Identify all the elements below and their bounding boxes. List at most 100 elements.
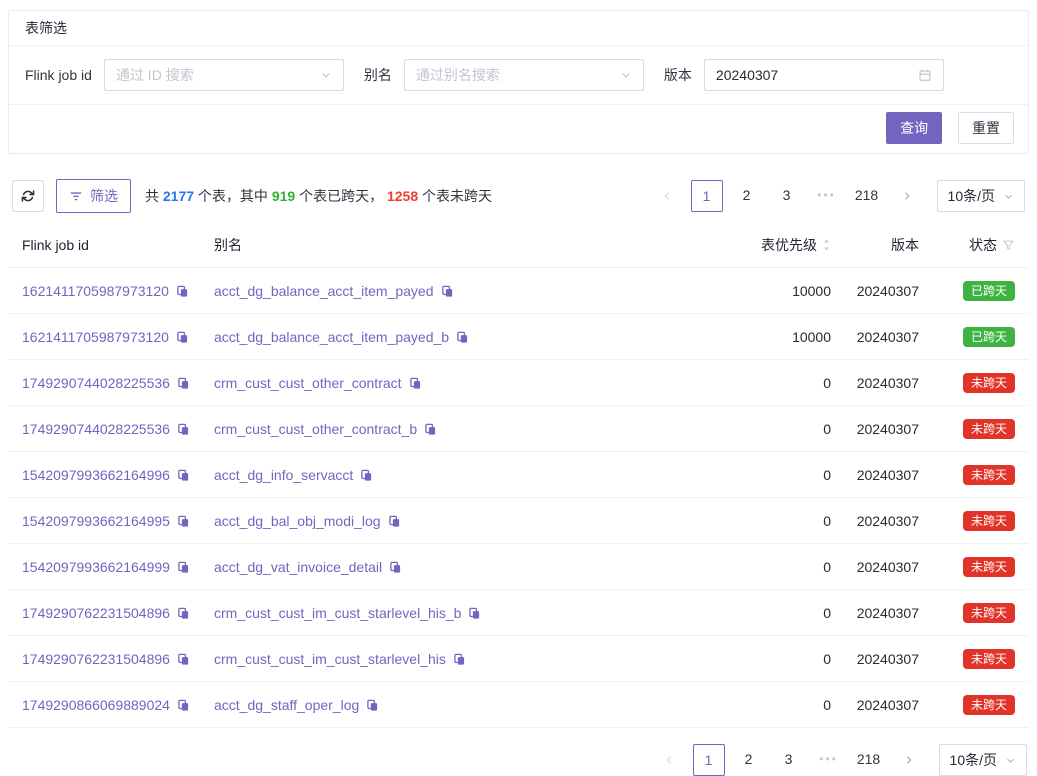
flink-job-id-select[interactable]: 通过 ID 搜索 <box>104 59 344 91</box>
alias-link[interactable]: acct_dg_vat_invoice_detail <box>214 559 382 575</box>
page-size-select[interactable]: 10条/页 <box>939 744 1027 776</box>
table-row: 1542097993662164996 acct_dg_info_servacc… <box>8 452 1029 498</box>
table-header-row: Flink job id 别名 表优先级 版本 状态 <box>8 223 1029 268</box>
sort-icon[interactable] <box>822 237 831 253</box>
pagination-top: 1 2 3 ••• 218 10条/页 <box>651 180 1025 212</box>
field-version: 版本 <box>664 59 944 91</box>
copy-icon[interactable] <box>177 423 190 436</box>
prev-page-button[interactable] <box>653 744 685 776</box>
alias-link[interactable]: crm_cust_cust_im_cust_starlevel_his_b <box>214 605 461 621</box>
alias-link[interactable]: crm_cust_cust_other_contract_b <box>214 421 417 437</box>
copy-icon[interactable] <box>409 377 422 390</box>
page-button-3[interactable]: 3 <box>773 744 805 776</box>
page-button-last[interactable]: 218 <box>853 744 885 776</box>
copy-icon[interactable] <box>177 377 190 390</box>
version-date-picker[interactable] <box>704 59 944 91</box>
status-badge: 未跨天 <box>963 373 1015 393</box>
status-badge: 未跨天 <box>963 649 1015 669</box>
status-badge: 未跨天 <box>963 511 1015 531</box>
copy-icon[interactable] <box>424 423 437 436</box>
version-value: 20240307 <box>841 360 929 406</box>
filter-lines-icon <box>69 189 83 203</box>
page-button-3[interactable]: 3 <box>771 180 803 212</box>
prev-page-button[interactable] <box>651 180 683 212</box>
tables-table: Flink job id 别名 表优先级 版本 状态 1621411705987… <box>8 223 1029 728</box>
version-value: 20240307 <box>841 590 929 636</box>
copy-icon[interactable] <box>177 699 190 712</box>
version-value: 20240307 <box>841 544 929 590</box>
copy-icon[interactable] <box>456 331 469 344</box>
filter-button[interactable]: 筛选 <box>56 179 131 213</box>
copy-icon[interactable] <box>177 515 190 528</box>
refresh-button[interactable] <box>12 180 44 212</box>
chevron-down-icon <box>1005 755 1016 766</box>
alias-link[interactable]: crm_cust_cust_other_contract <box>214 375 402 391</box>
page-ellipsis[interactable]: ••• <box>813 744 845 776</box>
version-value: 20240307 <box>841 636 929 682</box>
copy-icon[interactable] <box>177 561 190 574</box>
status-badge: 未跨天 <box>963 557 1015 577</box>
version-value: 20240307 <box>841 498 929 544</box>
copy-icon[interactable] <box>176 331 189 344</box>
status-badge: 已跨天 <box>963 281 1015 301</box>
alias-link[interactable]: acct_dg_staff_oper_log <box>214 697 359 713</box>
copy-icon[interactable] <box>177 653 190 666</box>
copy-icon[interactable] <box>468 607 481 620</box>
copy-icon[interactable] <box>177 469 190 482</box>
flink-job-id-link[interactable]: 1542097993662164995 <box>22 513 170 529</box>
flink-job-id-link[interactable]: 1542097993662164999 <box>22 559 170 575</box>
priority-value: 0 <box>719 406 841 452</box>
version-value: 20240307 <box>841 406 929 452</box>
copy-icon[interactable] <box>388 515 401 528</box>
priority-value: 0 <box>719 682 841 728</box>
copy-icon[interactable] <box>453 653 466 666</box>
next-page-button[interactable] <box>891 180 923 212</box>
table-row: 1749290744028225536 crm_cust_cust_other_… <box>8 406 1029 452</box>
page-button-2[interactable]: 2 <box>731 180 763 212</box>
alias-link[interactable]: crm_cust_cust_im_cust_starlevel_his <box>214 651 446 667</box>
chevron-down-icon <box>620 69 632 81</box>
version-input[interactable] <box>716 67 918 83</box>
flink-job-id-link[interactable]: 1621411705987973120 <box>22 283 169 299</box>
copy-icon[interactable] <box>389 561 402 574</box>
priority-value: 10000 <box>719 268 841 314</box>
page-button-1[interactable]: 1 <box>693 744 725 776</box>
flink-job-id-link[interactable]: 1749290744028225536 <box>22 421 170 437</box>
page-size-select[interactable]: 10条/页 <box>937 180 1025 212</box>
flink-job-id-link[interactable]: 1621411705987973120 <box>22 329 169 345</box>
alias-link[interactable]: acct_dg_balance_acct_item_payed_b <box>214 329 449 345</box>
copy-icon[interactable] <box>366 699 379 712</box>
reset-button[interactable]: 重置 <box>958 112 1014 144</box>
copy-icon[interactable] <box>176 285 189 298</box>
table-row: 1749290762231504896 crm_cust_cust_im_cus… <box>8 590 1029 636</box>
total-count: 2177 <box>163 188 194 204</box>
page-ellipsis[interactable]: ••• <box>811 180 843 212</box>
alias-select[interactable]: 通过别名搜索 <box>404 59 644 91</box>
field-flink-job-id: Flink job id 通过 ID 搜索 <box>25 59 344 91</box>
flink-job-id-link[interactable]: 1749290744028225536 <box>22 375 170 391</box>
status-badge: 未跨天 <box>963 419 1015 439</box>
not-crossed-count: 1258 <box>387 188 418 204</box>
copy-icon[interactable] <box>360 469 373 482</box>
filter-funnel-icon[interactable] <box>1002 239 1015 252</box>
next-page-button[interactable] <box>893 744 925 776</box>
copy-icon[interactable] <box>441 285 454 298</box>
page-button-2[interactable]: 2 <box>733 744 765 776</box>
alias-label: 别名 <box>364 65 392 85</box>
flink-job-id-link[interactable]: 1749290762231504896 <box>22 651 170 667</box>
version-value: 20240307 <box>841 314 929 360</box>
alias-link[interactable]: acct_dg_balance_acct_item_payed <box>214 283 434 299</box>
flink-job-id-link[interactable]: 1749290866069889024 <box>22 697 170 713</box>
copy-icon[interactable] <box>177 607 190 620</box>
flink-job-id-link[interactable]: 1749290762231504896 <box>22 605 170 621</box>
flink-job-id-link[interactable]: 1542097993662164996 <box>22 467 170 483</box>
summary-text: 共 2177 个表，其中 919 个表已跨天， 1258 个表未跨天 <box>145 186 492 206</box>
refresh-icon <box>21 189 35 203</box>
page-button-1[interactable]: 1 <box>691 180 723 212</box>
page-button-last[interactable]: 218 <box>851 180 883 212</box>
alias-link[interactable]: acct_dg_info_servacct <box>214 467 353 483</box>
alias-link[interactable]: acct_dg_bal_obj_modi_log <box>214 513 381 529</box>
col-header-priority[interactable]: 表优先级 <box>719 223 841 268</box>
query-button[interactable]: 查询 <box>886 112 942 144</box>
filter-form: Flink job id 通过 ID 搜索 别名 通过别名搜索 版本 <box>9 46 1028 104</box>
